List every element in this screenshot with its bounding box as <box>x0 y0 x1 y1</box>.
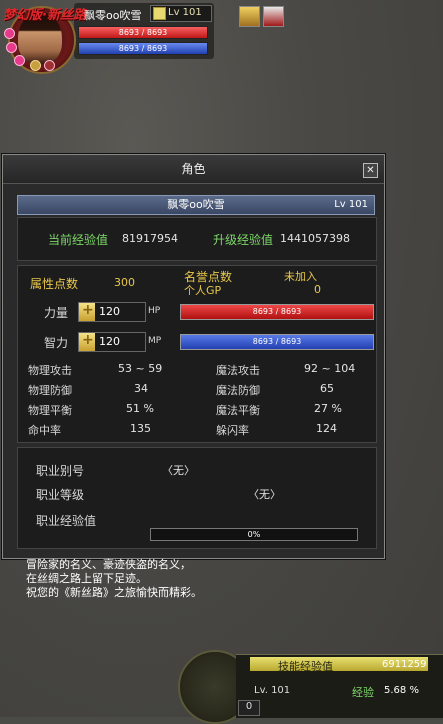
next-exp-value: 1441057398 <box>280 232 350 245</box>
character-name-bar: 飘零oo吹雪 Lv 101 <box>17 195 375 215</box>
game-logo: 梦幻版·新丝路 <box>3 8 86 23</box>
menu-orb-icon[interactable] <box>30 60 41 71</box>
exp-label: 当前经验值 <box>48 233 109 247</box>
mp-bar: 8693 / 8693 <box>180 334 374 350</box>
gp-label: 个人GP <box>184 284 222 297</box>
chat-line: 冒险家的名义、豪迹侠盗的名义， <box>26 558 191 571</box>
phys-atk-label: 物理攻击 <box>28 364 72 377</box>
mag-atk-value: 92 ~ 104 <box>304 362 356 375</box>
phys-def-label: 物理防御 <box>28 384 72 397</box>
int-box: 120 <box>78 332 146 352</box>
job-exp-bar: 0% <box>150 528 358 541</box>
attr-points-label: 属性点数 <box>30 277 79 291</box>
hud-hp-text: 8693 / 8693 <box>118 28 168 37</box>
hp-tag: HP <box>148 306 161 316</box>
status-dot-icon[interactable] <box>14 55 25 66</box>
hud-mp-text: 8693 / 8693 <box>118 44 168 53</box>
str-value: 120 <box>99 305 120 318</box>
int-label: 智力 <box>44 336 69 350</box>
menu-orb-icon[interactable] <box>44 60 55 71</box>
player-hud: 梦幻版·新丝路 飘零oo吹雪 Lv 101 8693 / 8693 8693 /… <box>0 0 443 80</box>
attr-points-value: 300 <box>114 276 135 289</box>
exp-label-bottom: 经验 <box>352 686 374 699</box>
job-exp-label: 职业经验值 <box>36 514 97 528</box>
job-alias-value: 〈无〉 <box>162 464 195 477</box>
job-level-label: 职业等级 <box>36 488 85 502</box>
int-value: 120 <box>99 335 120 348</box>
job-panel: 职业别号 〈无〉 职业等级 〈无〉 职业经验值 0% <box>17 447 377 549</box>
attributes-panel: 属性点数 300 名誉点数 未加入 个人GP 0 力量 120 HP 8693 … <box>17 265 377 443</box>
hit-label: 命中率 <box>28 424 61 437</box>
mag-def-value: 65 <box>320 382 334 395</box>
honor-value: 未加入 <box>284 270 317 283</box>
add-str-button[interactable] <box>79 302 95 321</box>
window-title: 角色 <box>3 155 384 184</box>
hp-bar: 8693 / 8693 <box>180 304 374 320</box>
phys-atk-value: 53 ~ 59 <box>118 362 163 375</box>
experience-panel: 当前经验值 81917954 升级经验值 1441057398 <box>17 217 377 261</box>
hp-text: 8693 / 8693 <box>252 307 302 316</box>
phys-bal-value: 51 % <box>126 402 154 415</box>
add-int-button[interactable] <box>79 332 95 351</box>
hud-hp-bar: 8693 / 8693 <box>78 26 208 39</box>
skill-exp-label: 技能经验值 <box>278 660 333 673</box>
buff-potion-icon[interactable] <box>263 6 284 27</box>
phys-bal-label: 物理平衡 <box>28 404 72 417</box>
phys-def-value: 34 <box>134 382 148 395</box>
mag-bal-label: 魔法平衡 <box>216 404 260 417</box>
exp-value: 81917954 <box>122 232 178 245</box>
mag-def-label: 魔法防御 <box>216 384 260 397</box>
hud-mp-bar: 8693 / 8693 <box>78 42 208 55</box>
mag-atk-label: 魔法攻击 <box>216 364 260 377</box>
mp-tag: MP <box>148 336 162 346</box>
character-level: Lv 101 <box>334 199 368 210</box>
player-name: 飘零oo吹雪 <box>84 9 142 22</box>
exp-percent: 5.68 % <box>384 685 419 696</box>
buff-scroll-icon[interactable] <box>239 6 260 27</box>
str-label: 力量 <box>44 306 69 320</box>
chat-line: 在丝绸之路上留下足迹。 <box>26 572 147 585</box>
close-icon[interactable]: ✕ <box>363 163 378 178</box>
status-dot-icon[interactable] <box>6 42 17 53</box>
str-box: 120 <box>78 302 146 322</box>
character-name: 飘零oo吹雪 <box>167 198 225 211</box>
bottom-level: Lv. 101 <box>254 685 291 696</box>
mp-text: 8693 / 8693 <box>252 337 302 346</box>
mag-bal-value: 27 % <box>314 402 342 415</box>
dodge-label: 躲闪率 <box>216 424 249 437</box>
player-level: Lv 101 <box>168 7 202 18</box>
job-alias-label: 职业别号 <box>36 464 85 478</box>
chat-line: 祝您的《新丝路》之旅愉快而精彩。 <box>26 586 202 599</box>
system-chat: 冒险家的名义、豪迹侠盗的名义， 在丝绸之路上留下足迹。 祝您的《新丝路》之旅愉快… <box>26 558 202 600</box>
next-exp-label: 升级经验值 <box>213 233 274 247</box>
hit-value: 135 <box>130 422 151 435</box>
level-plus-icon[interactable] <box>153 7 166 20</box>
character-window: 角色 ✕ 飘零oo吹雪 Lv 101 当前经验值 81917954 升级经验值 … <box>2 154 385 559</box>
quantity-input[interactable]: 0 <box>238 700 260 716</box>
skill-exp-value: 6911259 <box>382 659 427 670</box>
status-dot-icon[interactable] <box>4 28 15 39</box>
dodge-value: 124 <box>316 422 337 435</box>
job-level-value: 〈无〉 <box>248 488 281 501</box>
job-exp-value: 0% <box>247 530 261 539</box>
gp-value: 0 <box>314 283 321 296</box>
